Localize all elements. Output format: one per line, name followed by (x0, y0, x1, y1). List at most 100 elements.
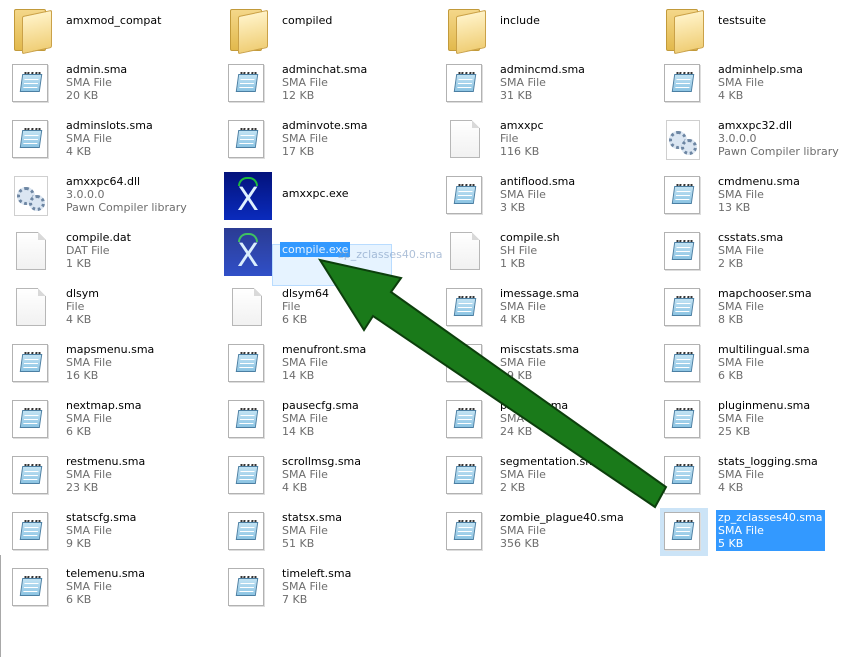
file-size: 12 KB (282, 89, 315, 102)
file-item[interactable]: amxxpc64.dll 3.0.0.0 Pawn Compiler library (8, 172, 208, 224)
file-size: 31 KB (500, 89, 533, 102)
file-size: 23 KB (66, 481, 99, 494)
icon-container (8, 284, 56, 332)
file-name: adminchat.sma (282, 63, 368, 76)
file-name: timeleft.sma (282, 567, 352, 580)
file-type: SMA File (282, 412, 328, 425)
file-item[interactable]: stats_logging.sma SMA File 4 KB (660, 452, 843, 504)
file-type: File (66, 300, 85, 313)
icon-container (442, 172, 490, 220)
item-text: stats_logging.sma SMA File 4 KB (716, 454, 820, 495)
icon-container (442, 116, 490, 164)
file-item[interactable]: admin.sma SMA File 20 KB (8, 60, 208, 112)
file-name: telemenu.sma (66, 567, 146, 580)
file-name: dlsym64 (282, 287, 329, 300)
file-name: pausecfg.sma (282, 399, 359, 412)
blank-file-icon (16, 288, 46, 326)
file-size: Pawn Compiler library (718, 145, 839, 158)
file-item[interactable]: scrollmsg.sma SMA File 4 KB (224, 452, 424, 504)
file-item[interactable]: adminchat.sma SMA File 12 KB (224, 60, 424, 112)
file-size: 1 KB (500, 257, 526, 270)
file-name: antiflood.sma (500, 175, 576, 188)
file-type: DAT File (66, 244, 110, 257)
item-text: compile.sh SH File 1 KB (498, 230, 562, 271)
file-item[interactable]: pausecfg.sma SMA File 14 KB (224, 396, 424, 448)
folder-item[interactable]: compiled (224, 2, 424, 55)
file-item[interactable]: mapsmenu.sma SMA File 16 KB (8, 340, 208, 392)
file-item[interactable]: dlsym File 4 KB (8, 284, 208, 336)
icon-container (442, 508, 490, 556)
file-item[interactable]: amxxpc32.dll 3.0.0.0 Pawn Compiler library (660, 116, 843, 168)
file-item[interactable]: dlsym64 File 6 KB (224, 284, 424, 336)
file-name: compile.sh (500, 231, 560, 244)
file-item[interactable]: zp_zclasses40.sma SMA File 5 KB (660, 508, 843, 560)
exe-icon: X (224, 228, 272, 276)
icon-container (8, 508, 56, 556)
file-item[interactable]: timeleft.sma SMA File 7 KB (224, 564, 424, 616)
icon-container (8, 2, 56, 55)
item-text: dlsym64 File 6 KB (280, 286, 331, 327)
file-name: adminslots.sma (66, 119, 153, 132)
file-item[interactable]: mapchooser.sma SMA File 8 KB (660, 284, 843, 336)
file-size: 25 KB (718, 425, 751, 438)
sma-file-icon (12, 64, 48, 102)
file-item[interactable]: antiflood.sma SMA File 3 KB (442, 172, 642, 224)
item-text: admin.sma SMA File 20 KB (64, 62, 129, 103)
file-item[interactable]: admincmd.sma SMA File 31 KB (442, 60, 642, 112)
item-text: compile.dat DAT File 1 KB (64, 230, 133, 271)
drag-ghost-label: zp_zclasses40.sma (338, 248, 443, 261)
file-name: amxxpc.exe (282, 187, 349, 200)
file-type: SMA File (282, 356, 328, 369)
file-item[interactable]: adminslots.sma SMA File 4 KB (8, 116, 208, 168)
file-item[interactable]: statscfg.sma SMA File 9 KB (8, 508, 208, 560)
file-item[interactable]: cmdmenu.sma SMA File 13 KB (660, 172, 843, 224)
item-text: amxxpc File 116 KB (498, 118, 546, 159)
file-name: amxxpc (500, 119, 544, 132)
file-item[interactable]: plmenu.sma SMA File 24 KB (442, 396, 642, 448)
file-size: 6 KB (718, 369, 744, 382)
file-item[interactable]: pluginmenu.sma SMA File 25 KB (660, 396, 843, 448)
file-type: SMA File (500, 524, 546, 537)
item-text: adminvote.sma SMA File 17 KB (280, 118, 369, 159)
file-size: 4 KB (66, 145, 92, 158)
folder-item[interactable]: amxmod_compat (8, 2, 208, 55)
icon-container (224, 116, 272, 164)
icon-container (660, 2, 708, 55)
folder-item[interactable]: testsuite (660, 2, 843, 55)
file-size: 9 KB (66, 537, 92, 550)
file-item[interactable]: zombie_plague40.sma SMA File 356 KB (442, 508, 642, 560)
file-item[interactable]: Xamxxpc.exe (224, 172, 424, 224)
window-edge (0, 555, 1, 657)
blank-file-icon (450, 120, 480, 158)
file-type: SMA File (500, 188, 546, 201)
sma-file-icon (664, 232, 700, 270)
file-item[interactable]: segmentation.sma SMA File 2 KB (442, 452, 642, 504)
folder-item[interactable]: include (442, 2, 642, 55)
file-name: restmenu.sma (66, 455, 146, 468)
file-item[interactable]: restmenu.sma SMA File 23 KB (8, 452, 208, 504)
file-item[interactable]: multilingual.sma SMA File 6 KB (660, 340, 843, 392)
file-item[interactable]: csstats.sma SMA File 2 KB (660, 228, 843, 280)
file-item[interactable]: imessage.sma SMA File 4 KB (442, 284, 642, 336)
file-item[interactable]: nextmap.sma SMA File 6 KB (8, 396, 208, 448)
file-item[interactable]: menufront.sma SMA File 14 KB (224, 340, 424, 392)
file-size: 14 KB (282, 369, 315, 382)
file-item[interactable]: telemenu.sma SMA File 6 KB (8, 564, 208, 616)
file-item[interactable]: compile.dat DAT File 1 KB (8, 228, 208, 280)
file-item[interactable]: adminhelp.sma SMA File 4 KB (660, 60, 843, 112)
file-item[interactable]: statsx.sma SMA File 51 KB (224, 508, 424, 560)
file-size: 7 KB (282, 593, 308, 606)
file-size: 4 KB (500, 313, 526, 326)
item-text: statscfg.sma SMA File 9 KB (64, 510, 138, 551)
file-item[interactable]: amxxpc File 116 KB (442, 116, 642, 168)
file-item[interactable]: miscstats.sma SMA File 19 KB (442, 340, 642, 392)
file-name: csstats.sma (718, 231, 784, 244)
sma-file-icon (664, 176, 700, 214)
blank-file-icon (16, 232, 46, 270)
item-text: cmdmenu.sma SMA File 13 KB (716, 174, 802, 215)
file-item[interactable]: adminvote.sma SMA File 17 KB (224, 116, 424, 168)
icon-container (224, 2, 272, 55)
file-name: admincmd.sma (500, 63, 585, 76)
item-text: mapchooser.sma SMA File 8 KB (716, 286, 814, 327)
file-item[interactable]: compile.sh SH File 1 KB (442, 228, 642, 280)
